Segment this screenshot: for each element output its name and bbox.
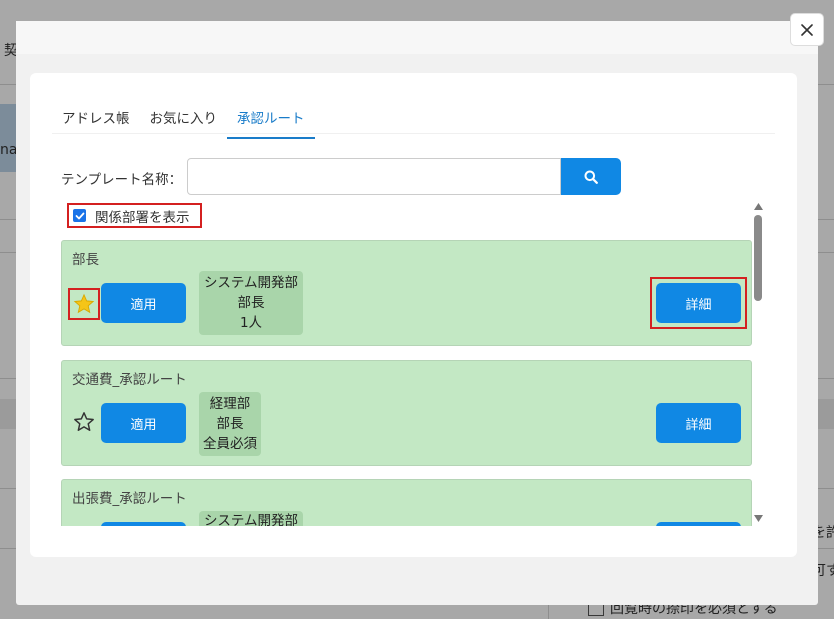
scroll-thumb[interactable] bbox=[754, 215, 762, 301]
close-icon bbox=[801, 23, 813, 36]
route-list-scrollbar[interactable] bbox=[752, 201, 764, 525]
route-info-department: システム開発部 bbox=[203, 513, 299, 526]
route-card: 部長 適用 システム開発部 部長 1人 詳細 bbox=[61, 240, 752, 346]
detail-button[interactable]: 詳細 bbox=[656, 403, 741, 443]
related-departments-checkbox[interactable] bbox=[73, 209, 86, 222]
apply-button[interactable]: 適用 bbox=[101, 403, 186, 443]
route-info-position: 部長 bbox=[216, 416, 244, 432]
tab-divider bbox=[52, 133, 775, 134]
triangle-up-icon bbox=[753, 202, 763, 210]
scroll-up-arrow[interactable] bbox=[752, 201, 764, 211]
search-icon bbox=[584, 170, 598, 184]
route-info: システム開発部 部長 1人 bbox=[199, 271, 303, 335]
route-card: 交通費_承認ルート 適用 経理部 部長 全員必須 詳細 bbox=[61, 360, 752, 466]
route-info: システム開発部 bbox=[199, 511, 303, 526]
modal-header bbox=[16, 21, 818, 54]
route-info-department: システム開発部 bbox=[203, 275, 299, 291]
template-name-label: テンプレート名称： bbox=[61, 172, 183, 188]
detail-button[interactable]: 詳細 bbox=[656, 283, 741, 323]
route-info-count: 1人 bbox=[239, 315, 263, 331]
check-icon bbox=[75, 212, 84, 219]
detail-button[interactable]: 詳細 bbox=[656, 522, 741, 526]
star-filled-icon bbox=[73, 293, 95, 314]
route-title: 出張費_承認ルート bbox=[72, 491, 187, 507]
favorite-toggle[interactable] bbox=[72, 292, 96, 316]
apply-button[interactable]: 適用 bbox=[101, 522, 186, 526]
route-card: 出張費_承認ルート 適用 システム開発部 詳細 bbox=[61, 479, 752, 526]
related-departments-toggle[interactable]: 関係部署を表示 bbox=[67, 203, 202, 228]
route-panel: アドレス帳 お気に入り 承認ルート テンプレート名称： 関係部署を表示 部長 適… bbox=[30, 73, 797, 557]
route-info-department: 経理部 bbox=[209, 396, 251, 412]
triangle-down-icon bbox=[753, 514, 763, 522]
favorite-toggle[interactable] bbox=[72, 410, 96, 434]
route-title: 部長 bbox=[72, 252, 99, 268]
related-departments-label: 関係部署を表示 bbox=[95, 209, 190, 226]
route-list: 部長 適用 システム開発部 部長 1人 詳細 交通費_承認ルート 適用 経理部 … bbox=[61, 240, 752, 526]
template-name-input[interactable] bbox=[187, 158, 561, 195]
star-outline-icon bbox=[74, 412, 94, 431]
route-title: 交通費_承認ルート bbox=[72, 372, 187, 388]
search-button[interactable] bbox=[561, 158, 621, 195]
route-info-position: 部長 bbox=[237, 295, 265, 311]
close-button[interactable] bbox=[790, 13, 824, 46]
route-info-requirement: 全員必須 bbox=[203, 436, 257, 452]
route-info: 経理部 部長 全員必須 bbox=[199, 392, 261, 456]
apply-button[interactable]: 適用 bbox=[101, 283, 186, 323]
scroll-down-arrow[interactable] bbox=[752, 513, 764, 523]
